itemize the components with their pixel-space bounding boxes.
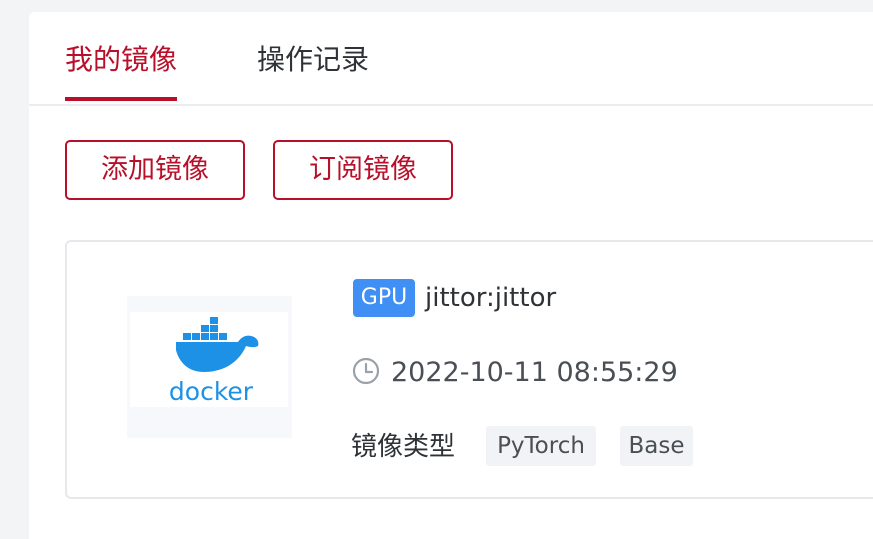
docker-logo-icon: docker xyxy=(169,317,259,406)
subscribe-image-button[interactable]: 订阅镜像 xyxy=(273,140,453,200)
tag-base: Base xyxy=(620,426,693,466)
gpu-badge: GPU xyxy=(353,279,415,317)
created-timestamp: 2022-10-11 08:55:29 xyxy=(391,357,678,388)
clock-icon xyxy=(352,357,380,385)
image-name[interactable]: jittor:jittor xyxy=(425,276,556,320)
active-tab-indicator xyxy=(65,97,177,101)
tab-my-images[interactable]: 我的镜像 xyxy=(65,12,177,104)
image-card[interactable]: docker GPU jittor:jittor 2022-10-11 08:5… xyxy=(65,240,873,499)
image-logo: docker xyxy=(127,296,292,438)
tag-pytorch: PyTorch xyxy=(486,426,596,466)
tab-operation-log[interactable]: 操作记录 xyxy=(257,12,369,104)
image-type-label: 镜像类型 xyxy=(351,432,456,462)
tab-bar: 我的镜像 操作记录 xyxy=(29,12,873,106)
image-panel: 我的镜像 操作记录 添加镜像 订阅镜像 docker GPU jittor:ji… xyxy=(29,12,873,539)
add-image-button[interactable]: 添加镜像 xyxy=(65,140,245,200)
docker-logo-text: docker xyxy=(169,377,254,406)
